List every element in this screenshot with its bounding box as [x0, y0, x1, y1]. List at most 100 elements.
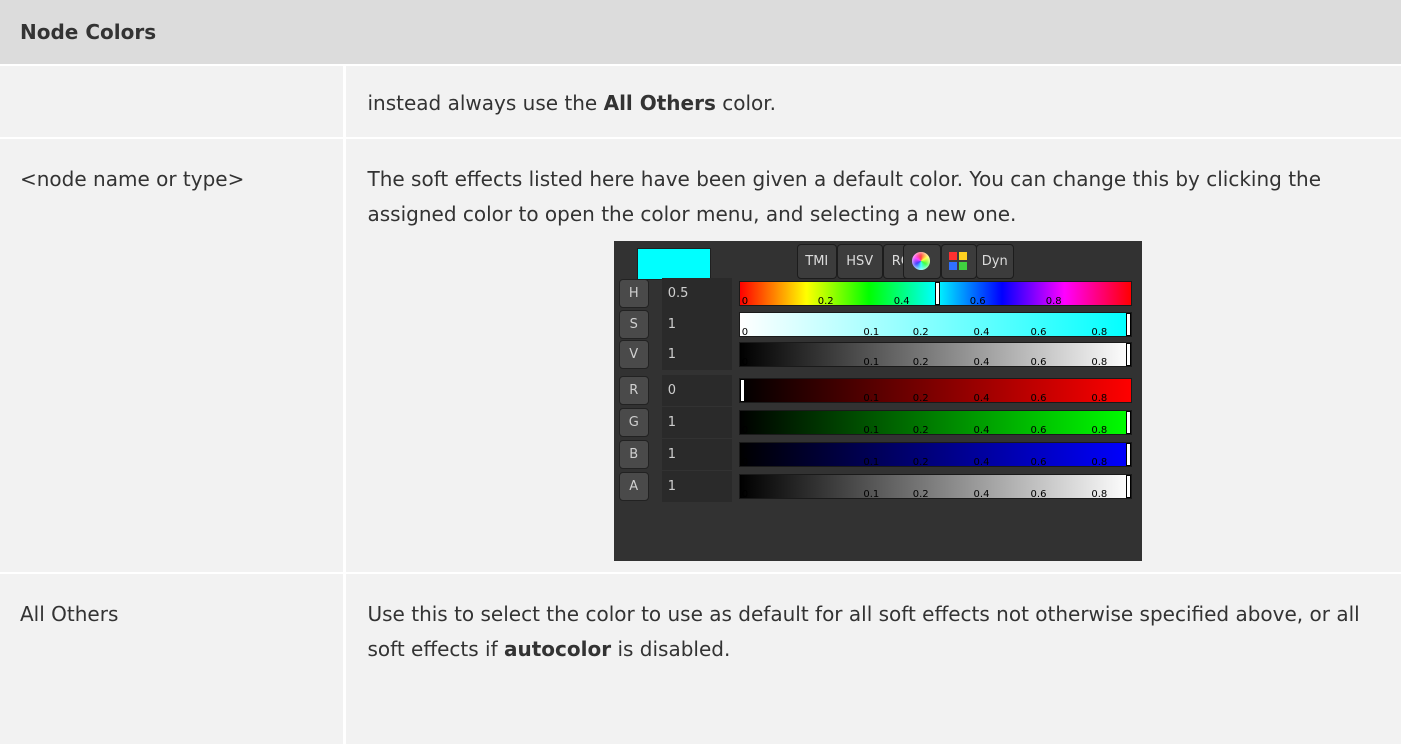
slider-tick-label: 0.8	[1091, 327, 1108, 337]
channel-button-b[interactable]: B	[618, 440, 649, 469]
channel-slider-b[interactable]: 0 0.1 0.2 0.4 0.6 0.8	[738, 442, 1132, 467]
row-key	[0, 64, 346, 138]
slider-tick-label: 0.2	[912, 357, 929, 367]
slider-tick-label: 0	[741, 457, 749, 467]
slider-tick-label: 0.4	[973, 489, 990, 499]
slider-tick-label: 0.6	[1030, 327, 1047, 337]
row-description: The soft effects listed here have been g…	[367, 167, 1322, 226]
slider-tick-label: 0	[741, 296, 749, 306]
channel-value-g[interactable]: 1	[661, 407, 732, 438]
channel-button-s[interactable]: S	[618, 310, 649, 339]
slider-tick-label: 0.8	[1091, 393, 1108, 403]
slider-tick-label: 0.4	[973, 327, 990, 337]
slider-handle[interactable]	[1125, 411, 1131, 434]
slider-tick-label: 0	[741, 425, 749, 435]
slider-tick-label: 0.1	[863, 327, 880, 337]
table-row: instead always use the All Others color.	[0, 64, 1401, 138]
channel-slider-a[interactable]: 0 0.1 0.2 0.4 0.6 0.8	[738, 474, 1132, 499]
bold-term: All Others	[603, 91, 716, 115]
channel-button-r[interactable]: R	[618, 376, 649, 405]
slider-tick-label: 0.1	[863, 357, 880, 367]
slider-handle[interactable]	[739, 379, 745, 402]
slider-tick-label: 0.8	[1045, 296, 1062, 306]
slider-handle[interactable]	[1125, 343, 1131, 366]
row-value: Use this to select the color to use as d…	[344, 572, 1401, 744]
node-colors-table: Node Colors instead always use the All O…	[0, 0, 1401, 744]
slider-tick-label: 0.1	[863, 393, 880, 403]
slider-tick-label: 0.4	[973, 457, 990, 467]
slider-tick-label: 0.6	[1030, 457, 1047, 467]
channel-slider-v[interactable]: 0 0.1 0.2 0.4 0.6 0.8	[738, 342, 1132, 367]
slider-handle[interactable]	[1125, 475, 1131, 498]
channel-row-a: A 1 0 0.1 0.2 0.4 0.6 0.8	[618, 471, 1132, 502]
tmi-button[interactable]: TMI	[796, 244, 837, 279]
slider-tick-label: 0.6	[969, 296, 986, 306]
slider-tick-label: 0.2	[912, 327, 929, 337]
row-value: instead always use the All Others color.	[344, 64, 1401, 138]
table-row: All Others Use this to select the color …	[0, 572, 1401, 744]
slider-tick-label: 0	[741, 357, 749, 367]
slider-tick-label: 0.8	[1091, 357, 1108, 367]
slider-tick-label: 0.8	[1091, 489, 1108, 499]
slider-tick-label: 0.2	[912, 489, 929, 499]
channel-value-h[interactable]: 0.5	[661, 278, 732, 309]
palette-grid-icon	[948, 252, 967, 270]
row-key: <node name or type>	[0, 137, 346, 573]
slider-tick-label: 0	[741, 489, 749, 499]
channel-slider-h[interactable]: 0 0.2 0.4 0.6 0.8	[738, 281, 1132, 306]
channel-value-b[interactable]: 1	[661, 439, 732, 470]
slider-tick-label: 0.2	[912, 457, 929, 467]
channel-value-s[interactable]: 1	[661, 309, 732, 340]
slider-tick-label: 0.2	[912, 393, 929, 403]
channel-row-s: S 1 0 0.1 0.2 0.4 0.6 0.8	[618, 309, 1132, 340]
channel-row-v: V 1 0 0.1 0.2 0.4 0.6 0.8	[618, 339, 1132, 370]
color-swatch[interactable]	[636, 248, 711, 280]
color-picker-panel: TMI HSV RGB	[613, 241, 1142, 561]
channel-slider-g[interactable]: 0 0.1 0.2 0.4 0.6 0.8	[738, 410, 1132, 435]
slider-tick-label: 0.6	[1030, 425, 1047, 435]
slider-tick-label: 0.8	[1091, 457, 1108, 467]
slider-tick-label: 0.8	[1091, 425, 1108, 435]
slider-tick-label: 0.2	[817, 296, 834, 306]
color-wheel-button[interactable]	[902, 244, 941, 279]
color-wheel-icon	[911, 252, 930, 270]
channel-value-r[interactable]: 0	[661, 375, 732, 406]
channel-slider-r[interactable]: 0 0.1 0.2 0.4 0.6 0.8	[738, 378, 1132, 403]
slider-tick-label: 0.2	[912, 425, 929, 435]
slider-tick-label: 0.4	[973, 393, 990, 403]
palette-button[interactable]	[940, 244, 977, 279]
bold-term: autocolor	[504, 637, 612, 661]
text-run: is disabled.	[611, 637, 731, 661]
channel-button-a[interactable]: A	[618, 472, 649, 501]
dyn-button[interactable]: Dyn	[975, 244, 1014, 279]
text-run: instead always use the	[367, 91, 604, 115]
table-row: <node name or type> The soft effects lis…	[0, 137, 1401, 573]
channel-row-r: R 0 0 0.1 0.2 0.4 0.6 0.8	[618, 375, 1132, 406]
slider-tick-label: 0.1	[863, 457, 880, 467]
slider-tick-label: 0.4	[973, 357, 990, 367]
color-picker-wrap: TMI HSV RGB	[368, 232, 1372, 572]
channel-value-v[interactable]: 1	[661, 339, 732, 370]
hsv-button[interactable]: HSV	[836, 244, 883, 279]
slider-tick-label: 0.6	[1030, 489, 1047, 499]
slider-tick-label: 0.6	[1030, 357, 1047, 367]
slider-tick-label: 0.4	[893, 296, 910, 306]
table-header: Node Colors	[0, 0, 1401, 65]
channel-row-g: G 1 0 0.1 0.2 0.4 0.6 0.8	[618, 407, 1132, 438]
slider-handle[interactable]	[1125, 313, 1131, 336]
slider-handle[interactable]	[935, 282, 941, 305]
channel-slider-s[interactable]: 0 0.1 0.2 0.4 0.6 0.8	[738, 312, 1132, 337]
channel-button-g[interactable]: G	[618, 408, 649, 437]
channel-value-a[interactable]: 1	[661, 471, 732, 502]
text-run: color.	[715, 91, 777, 115]
channel-row-b: B 1 0 0.1 0.2 0.4 0.6 0.8	[618, 439, 1132, 470]
channel-row-h: H 0.5 0 0.2 0.4 0.6 0.8	[618, 278, 1132, 309]
channel-button-h[interactable]: H	[618, 279, 649, 308]
slider-tick-label: 0.1	[863, 425, 880, 435]
slider-handle[interactable]	[1125, 443, 1131, 466]
slider-tick-label: 0	[741, 327, 749, 337]
row-key: All Others	[0, 572, 346, 744]
slider-tick-label: 0.4	[973, 425, 990, 435]
channel-button-v[interactable]: V	[618, 340, 649, 369]
slider-tick-label: 0.6	[1030, 393, 1047, 403]
